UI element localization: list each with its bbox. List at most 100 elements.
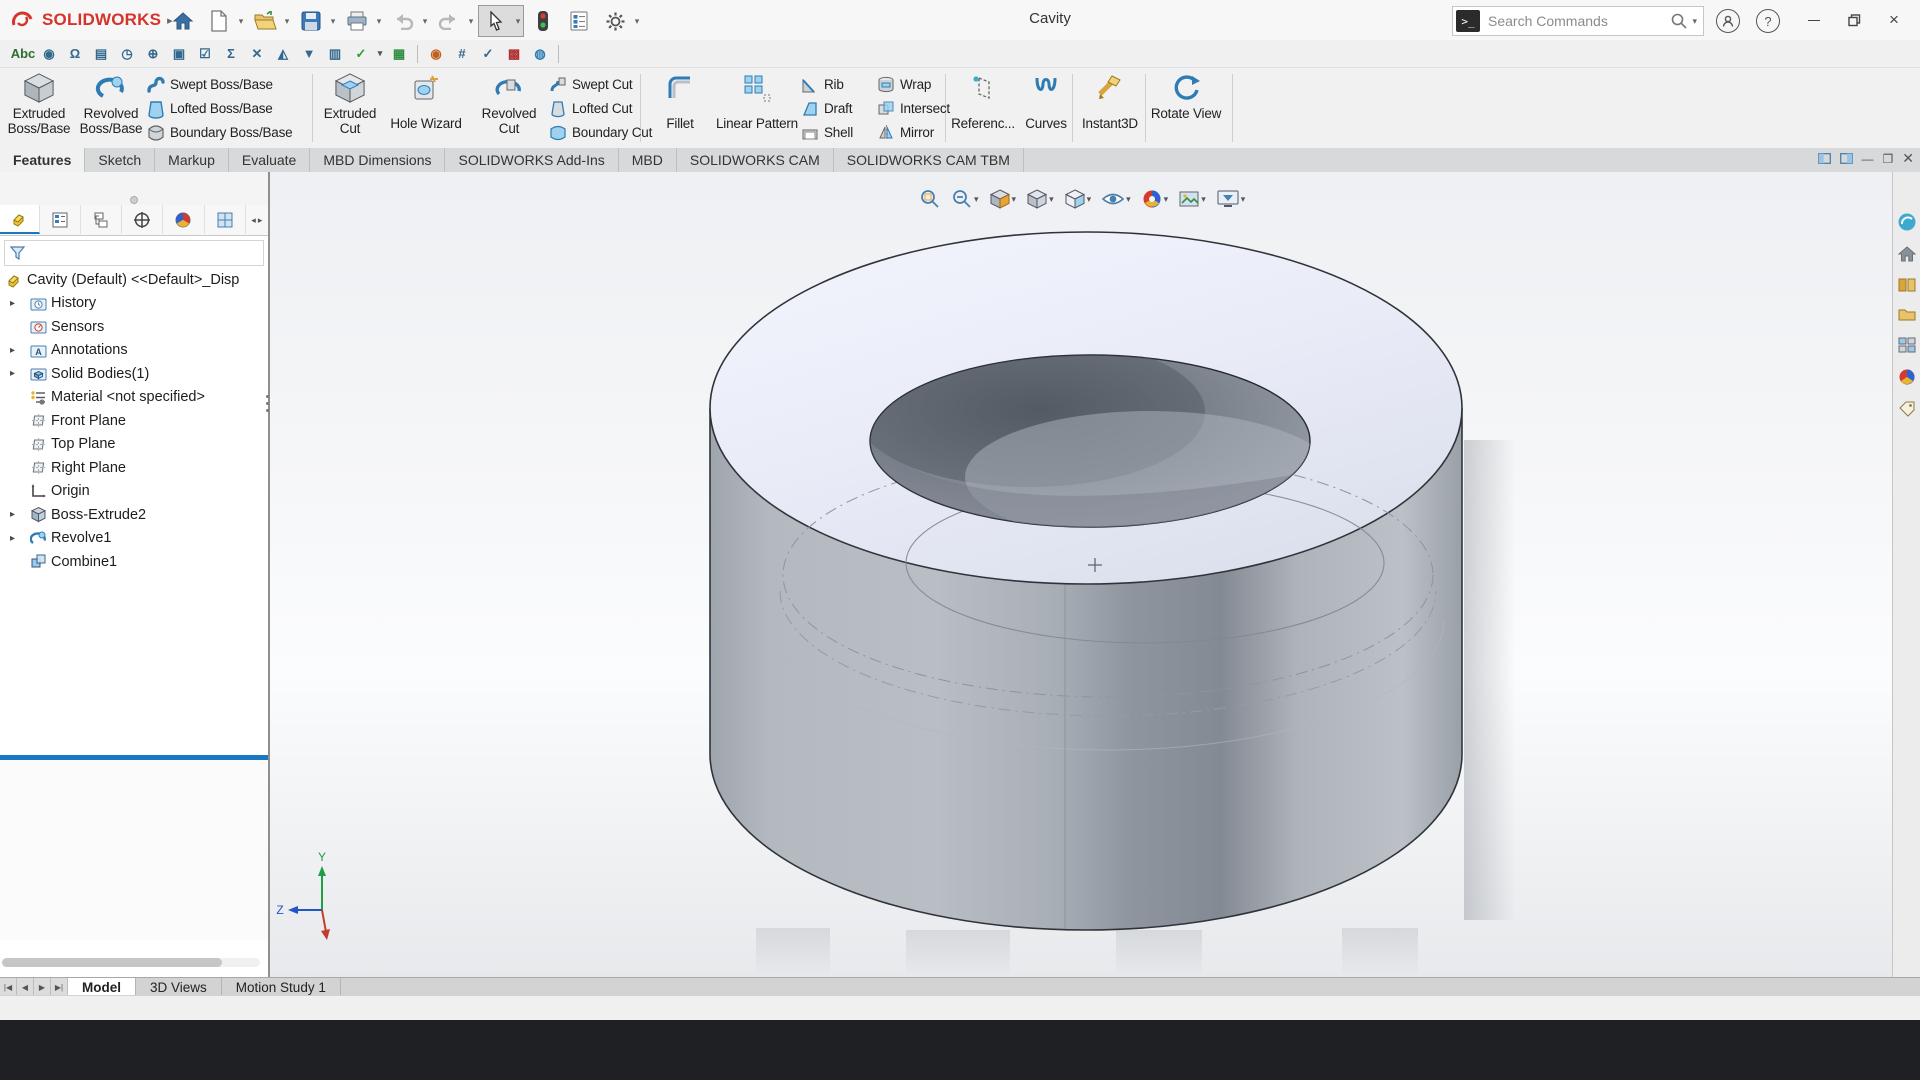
rebuild-traffic-light-button[interactable] bbox=[526, 6, 560, 36]
doc-nav-first-button[interactable]: |◀ bbox=[0, 978, 17, 996]
headsup-hide-show-items[interactable]: ▾ bbox=[1098, 186, 1134, 212]
tab-features[interactable]: Features bbox=[0, 148, 85, 172]
expand-arrow-icon[interactable]: ▸ bbox=[10, 368, 20, 379]
edit-appearance-caret-icon[interactable]: ▾ bbox=[1164, 194, 1169, 205]
verify-box-icon[interactable]: ☑ bbox=[192, 43, 218, 65]
split-window-right-icon[interactable] bbox=[1840, 153, 1853, 164]
tree-item-cavity-default-default-display[interactable]: Cavity (Default) <<Default>_Display bbox=[0, 268, 268, 291]
doc-close-icon[interactable]: ✕ bbox=[1902, 150, 1914, 167]
tab-solidworks-cam-tbm[interactable]: SOLIDWORKS CAM TBM bbox=[834, 148, 1024, 172]
tab-solidworks-add-ins[interactable]: SOLIDWORKS Add-Ins bbox=[445, 148, 618, 172]
model-canvas[interactable]: Y Z bbox=[270, 172, 1892, 977]
tree-item-right-plane[interactable]: Right Plane bbox=[0, 456, 268, 479]
import-diagnostics-icon[interactable]: ▼ bbox=[296, 43, 322, 65]
measure-icon[interactable]: Ω bbox=[62, 43, 88, 65]
redo-button[interactable]: ▾ bbox=[432, 6, 476, 36]
ribbon-button-boundary-boss[interactable]: Boundary Boss/Base bbox=[146, 120, 304, 144]
home-button[interactable] bbox=[166, 6, 200, 36]
section-view-caret-icon[interactable]: ▾ bbox=[1012, 194, 1017, 205]
ribbon-button-extruded-boss[interactable]: Extruded Boss/Base bbox=[2, 68, 76, 148]
taskpane-design-library[interactable] bbox=[1897, 276, 1917, 294]
flyout-caret-icon[interactable]: ▾ bbox=[374, 43, 386, 65]
panel-tab-dimxpertmanager[interactable] bbox=[122, 205, 163, 234]
restore-button[interactable] bbox=[1834, 5, 1874, 35]
ribbon-button-swept-cut[interactable]: Swept Cut bbox=[548, 72, 652, 96]
tree-item-origin[interactable]: Origin bbox=[0, 480, 268, 503]
doc-minimize-icon[interactable]: — bbox=[1862, 152, 1874, 166]
file-properties-button[interactable] bbox=[562, 6, 596, 36]
ribbon-button-hole-wizard[interactable]: Hole Wizard bbox=[382, 68, 470, 148]
grid-system-icon[interactable]: # bbox=[449, 43, 475, 65]
tree-item-history[interactable]: ▸History bbox=[0, 292, 268, 315]
magnifier-tool-icon[interactable]: ◉ bbox=[36, 43, 62, 65]
open-flyout-caret-icon[interactable]: ▾ bbox=[282, 6, 292, 36]
tab-mbd[interactable]: MBD bbox=[619, 148, 677, 172]
ribbon-button-curves[interactable]: Curves bbox=[1018, 68, 1074, 148]
route-pin-icon[interactable]: ⊕ bbox=[140, 43, 166, 65]
ribbon-button-revolved-boss[interactable]: Revolved Boss/Base bbox=[76, 68, 146, 148]
taskpane-view-palette[interactable] bbox=[1897, 336, 1917, 354]
panel-tab-featuremanager-tree[interactable] bbox=[0, 205, 40, 234]
headsup-view-settings[interactable]: ▾ bbox=[1213, 186, 1249, 212]
save-flyout-caret-icon[interactable]: ▾ bbox=[328, 6, 338, 36]
redo-flyout-caret-icon[interactable]: ▾ bbox=[466, 6, 476, 36]
scrollbar-thumb[interactable] bbox=[2, 958, 222, 967]
ribbon-button-fillet[interactable]: Fillet bbox=[646, 68, 714, 148]
taskpane-file-explorer-pane[interactable] bbox=[1897, 307, 1917, 323]
scroll-right-icon[interactable]: ▸ bbox=[258, 215, 263, 226]
tree-filter-field[interactable] bbox=[4, 240, 264, 266]
panel-tab-scroll-arrows[interactable]: ◂▸ bbox=[246, 205, 268, 235]
headsup-section-view[interactable]: ▾ bbox=[986, 186, 1020, 212]
save-button[interactable]: ▾ bbox=[294, 6, 338, 36]
dimxpert-arrows-icon[interactable]: ✕ bbox=[244, 43, 270, 65]
appearance-wheel-icon[interactable]: ◉ bbox=[423, 43, 449, 65]
tree-item-boss-extrude2[interactable]: ▸Boss-Extrude2 bbox=[0, 503, 268, 526]
open-button[interactable]: ▾ bbox=[248, 6, 292, 36]
print-flyout-caret-icon[interactable]: ▾ bbox=[374, 6, 384, 36]
help-icon[interactable]: ? bbox=[1756, 9, 1780, 33]
panel-tab-pane-split[interactable] bbox=[205, 205, 246, 234]
expand-arrow-icon[interactable]: ▸ bbox=[10, 509, 20, 520]
panel-tab-configurationmanager[interactable] bbox=[81, 205, 122, 234]
expand-arrow-icon[interactable]: ▸ bbox=[10, 298, 20, 309]
headsup-view-orientation[interactable]: ▾ bbox=[1023, 186, 1057, 212]
headsup-apply-scene[interactable]: ▾ bbox=[1175, 186, 1209, 212]
apply-scene-caret-icon[interactable]: ▾ bbox=[1201, 194, 1206, 205]
tree-item-sensors[interactable]: Sensors bbox=[0, 315, 268, 338]
panel-tab-propertymanager[interactable] bbox=[40, 205, 81, 234]
tree-item-revolve1[interactable]: ▸Revolve1 bbox=[0, 527, 268, 550]
select-cursor-flyout-caret-icon[interactable]: ▾ bbox=[513, 6, 523, 36]
check-solid-icon[interactable]: ▣ bbox=[166, 43, 192, 65]
collaborate-globe-icon[interactable]: ◍ bbox=[527, 43, 553, 65]
doc-tab-3d-views[interactable]: 3D Views bbox=[136, 978, 222, 996]
ribbon-button-rotate-view[interactable]: Rotate View bbox=[1148, 68, 1224, 148]
headsup-zoom-area[interactable]: ▾ bbox=[948, 186, 982, 212]
ribbon-button-revolved-cut[interactable]: Revolved Cut bbox=[470, 68, 548, 148]
tab-sketch[interactable]: Sketch bbox=[85, 148, 155, 172]
new-document-button[interactable]: ▾ bbox=[202, 6, 246, 36]
panel-splitter-handle[interactable] bbox=[265, 390, 269, 416]
doc-restore-icon[interactable]: ❐ bbox=[1883, 152, 1894, 166]
tab-mbd-dimensions[interactable]: MBD Dimensions bbox=[310, 148, 445, 172]
ribbon-button-instant3d[interactable]: Instant3D bbox=[1076, 68, 1144, 148]
undo-flyout-caret-icon[interactable]: ▾ bbox=[420, 6, 430, 36]
tree-item-solid-bodies-1[interactable]: ▸Solid Bodies(1) bbox=[0, 362, 268, 385]
view-orientation-caret-icon[interactable]: ▾ bbox=[1049, 194, 1054, 205]
doc-tab-motion-study-1[interactable]: Motion Study 1 bbox=[222, 978, 341, 996]
doc-tab-model[interactable]: Model bbox=[68, 978, 136, 996]
undo-button[interactable]: ▾ bbox=[386, 6, 430, 36]
options-gear-flyout-caret-icon[interactable]: ▾ bbox=[632, 6, 642, 36]
doc-nav-prev-button[interactable]: ◀ bbox=[17, 978, 34, 996]
ribbon-button-linear-pattern[interactable]: Linear Pattern bbox=[714, 68, 800, 148]
search-caret-icon[interactable]: ▾ bbox=[1692, 16, 1697, 27]
panel-horizontal-scrollbar[interactable] bbox=[2, 958, 260, 967]
compare-documents-icon[interactable]: ▩ bbox=[501, 43, 527, 65]
expand-arrow-icon[interactable]: ▸ bbox=[10, 345, 20, 356]
command-search-box[interactable]: >_ Search Commands ▾ bbox=[1452, 6, 1704, 36]
graphics-area[interactable]: Y Z ▾▾▾▾▾▾▾▾ bbox=[270, 172, 1892, 977]
ribbon-button-lofted-cut[interactable]: Lofted Cut bbox=[548, 96, 652, 120]
ribbon-button-lofted-boss[interactable]: Lofted Boss/Base bbox=[146, 96, 304, 120]
doc-nav-last-button[interactable]: ▶| bbox=[51, 978, 68, 996]
taskpane-home-pane[interactable] bbox=[1897, 245, 1917, 263]
search-icon[interactable] bbox=[1670, 12, 1688, 30]
